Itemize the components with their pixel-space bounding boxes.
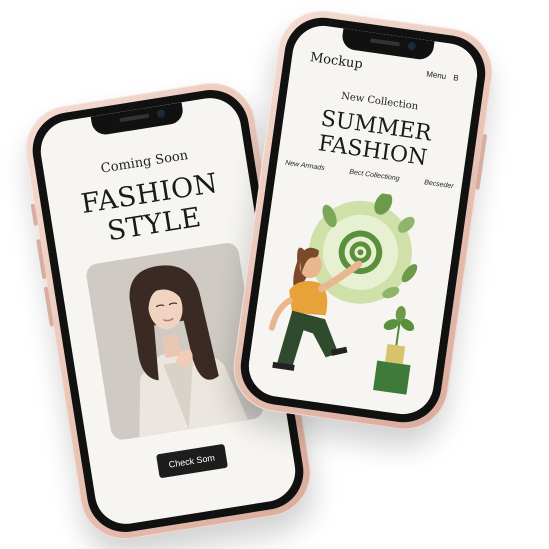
menu-icon: B [452, 73, 460, 83]
speaker-grille [119, 113, 150, 123]
phone-bezel: Mockup Menu B New Collection SUMMER FASH… [235, 12, 491, 428]
brand-logo[interactable]: Mockup [309, 50, 364, 72]
phone-right: Mockup Menu B New Collection SUMMER FASH… [227, 4, 499, 436]
front-camera [156, 109, 166, 119]
app-header: Mockup Menu B [309, 50, 460, 89]
check-some-button[interactable]: Check Som [156, 443, 228, 479]
power-button [475, 133, 488, 190]
front-camera [407, 41, 417, 51]
mute-switch [30, 203, 38, 226]
volume-up-button [36, 239, 47, 280]
speaker-grille [369, 38, 401, 47]
hero-illustration [245, 178, 460, 418]
notch [90, 102, 185, 137]
nav-item-best-collections[interactable]: Bect Collectiong [349, 169, 400, 183]
menu-button[interactable]: Menu B [426, 69, 460, 82]
volume-down-button [43, 286, 54, 327]
menu-label: Menu [425, 69, 447, 82]
phone-screen: Mockup Menu B New Collection SUMMER FASH… [244, 21, 482, 419]
nav-item-bestseller[interactable]: Becseder [424, 179, 454, 190]
nav-item-new-arrivals[interactable]: New Armads [285, 160, 325, 172]
plant-woman-illustration [245, 178, 460, 416]
